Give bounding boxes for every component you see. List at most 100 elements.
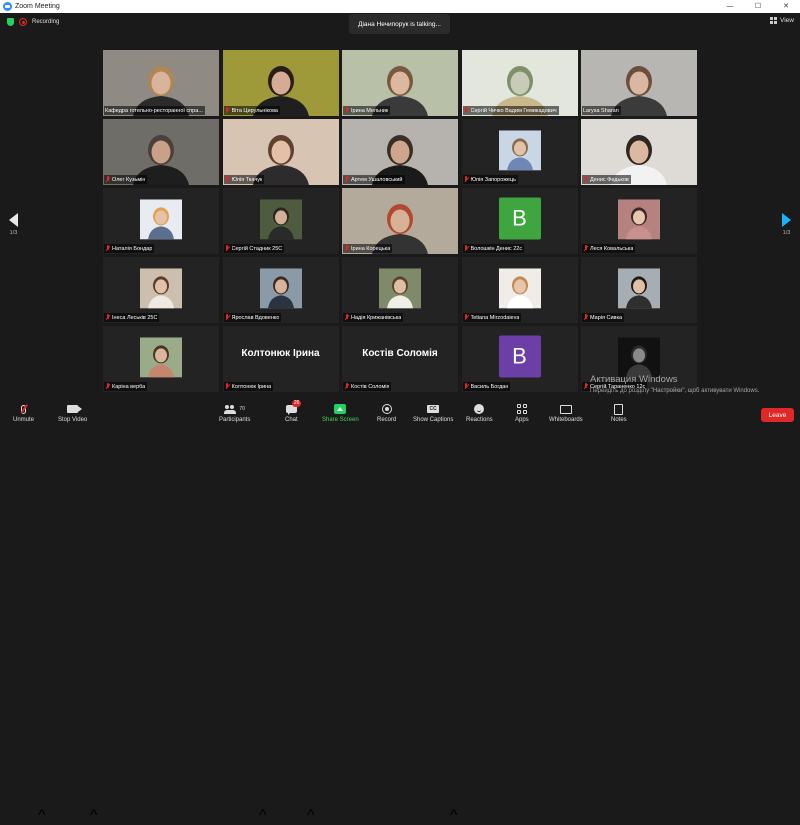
record-button[interactable]: Record xyxy=(377,403,396,423)
meeting-toolbar: Unmute ^ Stop Video ^ 70 Participants ^ … xyxy=(0,400,800,824)
avatar: B xyxy=(498,335,541,378)
participant-tile[interactable]: Артем Ушаловський xyxy=(342,119,458,185)
previous-page-button[interactable]: 1/3 xyxy=(9,213,18,236)
participants-label: Participants xyxy=(219,417,251,423)
participant-tile[interactable]: Larysa Sharan xyxy=(581,50,697,116)
stop-video-button[interactable]: Stop Video xyxy=(58,403,87,423)
participant-tile[interactable]: Наталія Бондар xyxy=(103,188,219,254)
participant-name-tag: Колтонюк Ірина xyxy=(223,382,274,391)
participant-name-tag: Віта Цирульнікова xyxy=(223,106,280,115)
participant-name: Юлія Ткачук xyxy=(231,176,263,183)
participant-name-tag: Олег Кузьмін xyxy=(104,175,148,184)
participant-tile[interactable]: Юлія Запорожець xyxy=(461,119,578,185)
microphone-muted-icon xyxy=(105,383,110,390)
participant-name: Олег Кузьмін xyxy=(112,176,146,183)
share-screen-icon xyxy=(334,404,347,414)
participant-tile[interactable]: Колтонюк Ірина Колтонюк Ірина xyxy=(222,326,339,392)
participant-name-tag: Сергій Чичко Вадим Гемикадович xyxy=(462,106,559,115)
window-controls: — ☐ ✕ xyxy=(716,0,800,13)
participant-tile[interactable]: Олег Кузьмін xyxy=(103,119,219,185)
microphone-muted-icon xyxy=(225,245,230,252)
chat-unread-badge: 26 xyxy=(291,400,302,407)
participant-name: Ярослав Вдовенко xyxy=(231,314,280,321)
page-indicator-right: 1/3 xyxy=(782,230,791,236)
share-screen-label: Share Screen xyxy=(322,417,359,423)
participants-button[interactable]: 70 Participants xyxy=(219,403,250,423)
chat-chevron-icon[interactable]: ^ xyxy=(307,807,315,825)
recording-icon[interactable] xyxy=(19,18,27,26)
grid-view-icon xyxy=(770,17,778,24)
participant-name: Василь Богдан xyxy=(470,383,509,390)
view-button[interactable]: View xyxy=(770,17,794,24)
show-captions-button[interactable]: CC Show Captions xyxy=(413,403,453,423)
video-options-chevron-icon[interactable]: ^ xyxy=(90,807,98,825)
chat-button[interactable]: 26 Chat xyxy=(285,400,302,423)
participant-tile[interactable]: Ярослав Вдовенко xyxy=(222,257,339,323)
maximize-button[interactable]: ☐ xyxy=(744,0,772,13)
avatar: B xyxy=(498,197,541,240)
participant-tile[interactable]: Сергій Стадник 25С xyxy=(222,188,339,254)
title-bar: Zoom Meeting — ☐ ✕ xyxy=(0,0,800,13)
microphone-muted-icon xyxy=(344,176,349,183)
participant-name: Денис Федьков xyxy=(590,176,629,183)
unmute-label: Unmute xyxy=(13,417,35,423)
participant-name-tag: Сергій Стадник 25С xyxy=(223,244,285,253)
profile-picture xyxy=(259,268,302,309)
participant-tile[interactable]: Сергій Чичко Вадим Гемикадович xyxy=(461,50,578,116)
participant-tile[interactable]: Каріна верба xyxy=(103,326,219,392)
participant-name-tag: Василь Богдан xyxy=(462,382,511,391)
minimize-button[interactable]: — xyxy=(716,0,744,13)
reactions-button[interactable]: Reactions xyxy=(466,403,493,423)
participant-tile[interactable]: Ірина Мельник xyxy=(342,50,458,116)
participants-icon xyxy=(224,404,237,414)
participant-tile[interactable]: Tetiana Mirzodaieva xyxy=(461,257,578,323)
microphone-muted-icon xyxy=(464,383,469,390)
participant-name-tag: Марія Сивка xyxy=(582,313,625,322)
audio-options-chevron-icon[interactable]: ^ xyxy=(38,807,46,825)
unmute-button[interactable]: Unmute xyxy=(13,403,34,423)
notes-button[interactable]: Notes xyxy=(611,403,627,423)
participant-tile[interactable]: Кафедра готельно-ресторанної спра... xyxy=(103,50,219,116)
participant-name: Larysa Sharan xyxy=(583,107,619,114)
participant-name: Костів Соломія xyxy=(351,383,390,390)
participant-name-tag: Юлія Ткачук xyxy=(223,175,265,184)
participant-tile[interactable]: Юлія Ткачук xyxy=(222,119,339,185)
microphone-muted-icon xyxy=(344,107,349,114)
microphone-muted-icon xyxy=(225,107,230,114)
share-screen-button[interactable]: Share Screen xyxy=(322,403,359,423)
whiteboards-button[interactable]: Whiteboards xyxy=(549,403,583,423)
participant-tile[interactable]: Леся Ковальська xyxy=(581,188,697,254)
participant-tile[interactable]: Надія Крижанівська xyxy=(342,257,458,323)
profile-picture xyxy=(259,199,302,240)
participant-display-name: Костів Соломія xyxy=(362,348,438,359)
participants-chevron-icon[interactable]: ^ xyxy=(259,807,267,825)
participant-tile[interactable]: B Волошкін Денис 22с xyxy=(461,188,578,254)
profile-picture xyxy=(498,130,541,171)
participant-tile[interactable]: Віта Цирульнікова xyxy=(222,50,339,116)
participant-name-tag: Юлія Запорожець xyxy=(462,175,518,184)
encryption-shield-icon[interactable] xyxy=(7,18,14,26)
participant-tile[interactable]: Інеса Леськів 25С xyxy=(103,257,219,323)
page-indicator-left: 1/3 xyxy=(9,230,18,236)
close-button[interactable]: ✕ xyxy=(772,0,800,13)
leave-button[interactable]: Leave xyxy=(761,408,794,422)
watermark-subtitle: Перейдіть до розділу "Настройки", щоб ак… xyxy=(590,388,760,394)
participant-tile[interactable]: Денис Федьков xyxy=(581,119,697,185)
apps-button[interactable]: Apps xyxy=(515,403,529,423)
participant-display-name: Колтонюк Ірина xyxy=(241,348,320,359)
participant-name: Ірина Корецька xyxy=(351,245,391,252)
participant-name-tag: Ярослав Вдовенко xyxy=(223,313,282,322)
participant-name-tag: Каріна верба xyxy=(104,382,148,391)
participant-tile[interactable]: Марія Сивка xyxy=(581,257,697,323)
participant-name-tag: Tetiana Mirzodaieva xyxy=(462,313,522,322)
microphone-muted-icon xyxy=(583,383,588,390)
participant-tile[interactable]: Костів Соломія Костів Соломія xyxy=(342,326,458,392)
participant-name: Волошкін Денис 22с xyxy=(470,245,523,252)
captions-chevron-icon[interactable]: ^ xyxy=(450,807,458,825)
video-camera-icon xyxy=(67,405,83,413)
participant-tile[interactable]: B Василь Богдан xyxy=(461,326,578,392)
microphone-muted-icon xyxy=(344,383,349,390)
profile-picture xyxy=(618,268,660,309)
next-page-button[interactable]: 1/3 xyxy=(782,213,791,236)
participant-tile[interactable]: Ірина Корецька xyxy=(342,188,458,254)
